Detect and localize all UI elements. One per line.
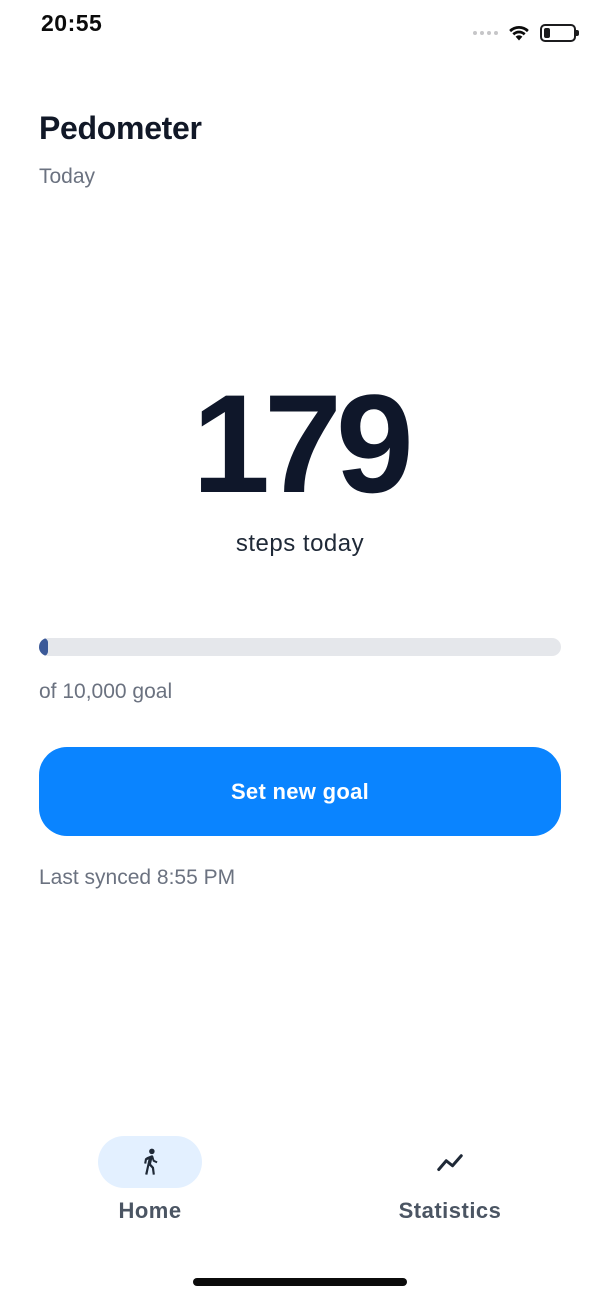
tab-statistics[interactable]: Statistics <box>350 1130 550 1230</box>
battery-level <box>544 28 550 38</box>
bottom-tab-bar: Home Statistics <box>0 1130 600 1240</box>
tab-statistics-label: Statistics <box>398 1198 502 1223</box>
goal-label: of 10,000 goal <box>39 680 173 703</box>
page-title: Pedometer <box>39 110 202 146</box>
last-synced-label: Last synced 8:55 PM <box>39 866 236 889</box>
trend-line-icon <box>437 1154 463 1171</box>
steps-label: steps today <box>235 530 365 557</box>
tab-home[interactable]: Home <box>50 1130 250 1230</box>
set-new-goal-button[interactable]: Set new goal <box>39 747 561 836</box>
battery-icon <box>540 24 579 42</box>
wifi-icon <box>509 25 529 41</box>
tab-home-icon-pill <box>98 1136 202 1188</box>
steps-count: 179 <box>192 365 414 522</box>
status-icons <box>473 24 579 42</box>
goal-progress-fill <box>39 638 49 656</box>
header: Pedometer Today <box>39 110 202 189</box>
tab-statistics-icon-pill <box>398 1136 502 1188</box>
page-subtitle: Today <box>39 165 96 188</box>
home-indicator <box>193 1278 407 1286</box>
status-bar: 20:55 <box>0 0 600 56</box>
walking-person-icon <box>144 1148 158 1175</box>
tab-home-label: Home <box>118 1198 182 1223</box>
signal-dots-icon <box>473 31 498 35</box>
status-time: 20:55 <box>41 10 103 36</box>
goal-progress-bar <box>39 638 561 656</box>
